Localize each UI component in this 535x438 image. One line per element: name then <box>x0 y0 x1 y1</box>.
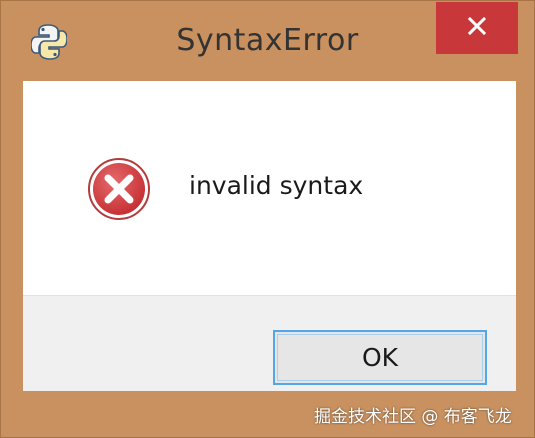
message-area: invalid syntax <box>23 81 516 295</box>
title-bar[interactable]: SyntaxError <box>1 1 534 81</box>
error-message: invalid syntax <box>189 171 364 200</box>
ok-button[interactable]: OK <box>273 330 487 385</box>
ok-button-label: OK <box>361 343 399 372</box>
dialog-body: invalid syntax OK <box>23 81 516 391</box>
watermark: 掘金技术社区 @ 布客飞龙 <box>314 407 512 427</box>
button-bar: OK <box>23 295 516 391</box>
close-button[interactable] <box>436 2 518 54</box>
error-icon <box>87 157 151 221</box>
close-icon <box>467 16 487 41</box>
dialog-window: SyntaxError invalid syntax OK <box>0 0 535 438</box>
